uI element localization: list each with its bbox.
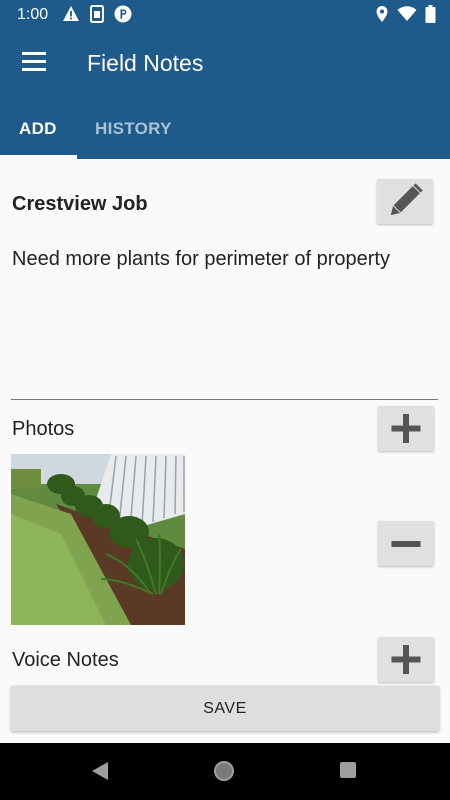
garden-photo bbox=[11, 454, 185, 625]
status-icons-right bbox=[375, 5, 436, 23]
status-time: 1:00 bbox=[17, 6, 49, 23]
warning-icon bbox=[63, 6, 79, 21]
hamburger-menu-icon[interactable] bbox=[22, 52, 46, 74]
tab-history[interactable]: HISTORY bbox=[95, 119, 172, 139]
app-bar: Field Notes bbox=[0, 30, 450, 98]
remove-photo-button[interactable] bbox=[378, 521, 434, 566]
add-voice-note-button[interactable] bbox=[378, 637, 434, 682]
pencil-icon bbox=[390, 183, 423, 216]
back-icon[interactable] bbox=[90, 761, 110, 781]
plus-icon bbox=[391, 414, 421, 443]
save-button[interactable]: SAVE bbox=[11, 686, 439, 731]
tab-add[interactable]: ADD bbox=[19, 119, 57, 139]
parking-icon bbox=[114, 5, 132, 23]
edit-note-button[interactable] bbox=[377, 179, 433, 224]
plus-icon bbox=[391, 645, 421, 674]
note-divider bbox=[11, 399, 438, 400]
minus-icon bbox=[391, 541, 421, 547]
location-icon bbox=[376, 6, 388, 22]
tab-bar: ADD HISTORY bbox=[0, 98, 450, 159]
sim-icon bbox=[90, 5, 104, 23]
photos-label: Photos bbox=[12, 418, 75, 440]
note-body[interactable]: Need more plants for perimeter of proper… bbox=[12, 248, 390, 271]
add-photo-button[interactable] bbox=[378, 406, 434, 451]
voice-notes-label: Voice Notes bbox=[12, 649, 119, 671]
note-title: Crestview Job bbox=[12, 193, 148, 215]
tab-indicator bbox=[0, 155, 77, 159]
app-title: Field Notes bbox=[87, 50, 204, 76]
battery-icon bbox=[425, 5, 436, 23]
wifi-icon bbox=[397, 6, 417, 21]
recent-apps-icon[interactable] bbox=[340, 762, 356, 778]
home-icon[interactable] bbox=[214, 761, 234, 781]
status-icons-left bbox=[62, 5, 132, 23]
system-nav-bar bbox=[0, 743, 450, 800]
status-bar: 1:00 bbox=[0, 0, 450, 30]
photo-thumbnail[interactable] bbox=[11, 454, 185, 625]
